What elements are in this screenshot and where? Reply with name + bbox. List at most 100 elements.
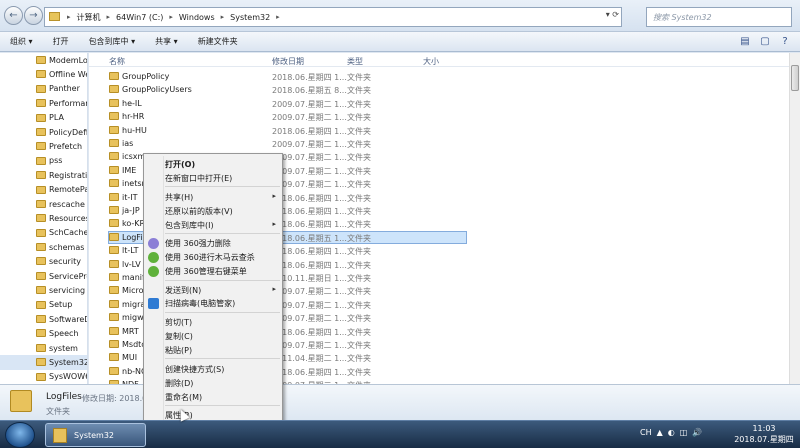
- breadcrumb-drive[interactable]: 64Win7 (C:): [116, 13, 163, 22]
- nav-item[interactable]: rescache: [0, 197, 87, 211]
- nav-item[interactable]: SoftwareD: [0, 312, 87, 326]
- nav-item[interactable]: Setup: [0, 298, 87, 312]
- new-folder-button[interactable]: 新建文件夹: [188, 36, 248, 47]
- nav-item[interactable]: pss: [0, 154, 87, 168]
- file-date: 2018.06.星期四 1...: [272, 207, 347, 216]
- nav-item[interactable]: Panther: [0, 82, 87, 96]
- include-in-library-button[interactable]: 包含到库中 ▾: [79, 36, 146, 47]
- nav-item[interactable]: servicing: [0, 283, 87, 297]
- menu-separator: [165, 358, 280, 359]
- nav-item[interactable]: Registratio: [0, 168, 87, 182]
- nav-item-label: Speech: [49, 329, 79, 339]
- column-type[interactable]: 类型: [347, 56, 363, 67]
- file-row[interactable]: ias 2009.07.星期二 1... 文件夹: [89, 137, 789, 150]
- file-date: 2011.04.星期二 1...: [272, 354, 347, 364]
- column-name[interactable]: 名称: [109, 56, 125, 67]
- start-button[interactable]: [5, 422, 35, 448]
- share-button[interactable]: 共享 ▾: [145, 36, 188, 47]
- nav-item[interactable]: PLA: [0, 111, 87, 125]
- column-size[interactable]: 大小: [423, 56, 439, 67]
- forward-button[interactable]: →: [24, 6, 43, 25]
- file-type: 文件夹: [347, 247, 371, 257]
- nav-item[interactable]: SysWOW6: [0, 370, 87, 384]
- breadcrumb-system32[interactable]: System32: [230, 13, 270, 22]
- file-row[interactable]: hr-HR 2009.07.星期二 1... 文件夹: [89, 110, 789, 123]
- folder-icon: [109, 313, 119, 322]
- folder-icon: [109, 246, 119, 255]
- file-date: 2009.07.星期二 1...: [272, 314, 347, 324]
- folder-icon: [36, 99, 46, 108]
- file-row[interactable]: GroupPolicyUsers 2018.06.星期五 8... 文件夹: [89, 83, 789, 96]
- folder-icon: [109, 179, 119, 188]
- help-icon[interactable]: ?: [778, 35, 792, 49]
- file-type: 文件夹: [347, 86, 371, 96]
- nav-item-label: rescache: [49, 199, 85, 209]
- search-input[interactable]: 搜索 System32: [646, 7, 792, 27]
- nav-item[interactable]: SchCache: [0, 226, 87, 240]
- nav-item[interactable]: Offline We: [0, 67, 87, 81]
- change-view-icon[interactable]: ▤: [738, 35, 752, 49]
- address-bar[interactable]: ▸ 计算机 ▸ 64Win7 (C:) ▸ Windows ▸ System32…: [44, 7, 622, 27]
- vertical-scrollbar[interactable]: [789, 53, 800, 384]
- nav-item[interactable]: ServicePro: [0, 269, 87, 283]
- menu-open[interactable]: 打开(O): [165, 159, 195, 170]
- nav-item[interactable]: Speech: [0, 326, 87, 340]
- menu-paste[interactable]: 粘贴(P): [165, 345, 192, 356]
- file-date: 2010.11.星期日 1...: [272, 274, 347, 283]
- file-row[interactable]: GroupPolicy 2018.06.星期四 1... 文件夹: [89, 70, 789, 83]
- menu-virus-scan[interactable]: 扫描病毒(电脑管家): [165, 298, 235, 309]
- back-button[interactable]: ←: [4, 6, 23, 25]
- open-button[interactable]: 打开: [43, 36, 79, 47]
- volume-icon[interactable]: 🔊: [692, 428, 702, 437]
- column-date[interactable]: 修改日期: [272, 56, 304, 67]
- menu-copy[interactable]: 复制(C): [165, 331, 193, 342]
- menu-delete[interactable]: 删除(D): [165, 378, 193, 389]
- nav-item[interactable]: security: [0, 254, 87, 268]
- input-language-indicator[interactable]: CH: [640, 428, 652, 437]
- refresh-icon[interactable]: ⟳: [612, 10, 619, 19]
- menu-360-manage[interactable]: 使用 360管理右键菜单: [165, 266, 247, 277]
- menu-rename[interactable]: 重命名(M): [165, 392, 202, 403]
- file-date: 2009.07.星期二 1...: [272, 99, 347, 109]
- menu-360-delete[interactable]: 使用 360强力删除: [165, 238, 231, 249]
- nav-item[interactable]: System32: [0, 355, 87, 370]
- scroll-thumb[interactable]: [791, 65, 799, 91]
- address-dropdown-icon[interactable]: ▾: [606, 10, 610, 19]
- preview-pane-icon[interactable]: ▢: [758, 35, 772, 49]
- menu-include-library[interactable]: 包含到库中(I): [165, 220, 214, 231]
- tray-app-icon[interactable]: ◐: [668, 428, 675, 437]
- taskbar-explorer-button[interactable]: System32: [45, 423, 146, 447]
- nav-item-label: RemotePa: [49, 185, 87, 195]
- menu-restore-previous[interactable]: 还原以前的版本(V): [165, 206, 233, 217]
- breadcrumb-computer[interactable]: 计算机: [77, 12, 101, 23]
- nav-item[interactable]: ModemLo: [0, 53, 87, 67]
- nav-item[interactable]: RemotePa: [0, 183, 87, 197]
- menu-share[interactable]: 共享(H): [165, 192, 193, 203]
- file-date: 2018.06.星期五 8...: [272, 86, 347, 96]
- submenu-arrow-icon: ▸: [272, 220, 276, 228]
- nav-item[interactable]: Resources: [0, 211, 87, 225]
- nav-item[interactable]: Prefetch: [0, 139, 87, 153]
- file-row[interactable]: he-IL 2009.07.星期二 1... 文件夹: [89, 97, 789, 110]
- menu-cut[interactable]: 剪切(T): [165, 317, 192, 328]
- file-row[interactable]: hu-HU 2018.06.星期四 1... 文件夹: [89, 124, 789, 137]
- menu-open-new-window[interactable]: 在新窗口中打开(E): [165, 173, 232, 184]
- nav-item[interactable]: system: [0, 341, 87, 355]
- clock[interactable]: 11:03 2018.07.星期四: [732, 423, 796, 445]
- breadcrumb-windows[interactable]: Windows: [179, 13, 215, 22]
- show-hidden-icons-icon[interactable]: ▲: [657, 428, 663, 437]
- nav-item[interactable]: schemas: [0, 240, 87, 254]
- nav-item[interactable]: PolicyDefi: [0, 125, 87, 139]
- details-meta: 修改日期: 2018.06: [82, 394, 153, 403]
- menu-separator: [165, 312, 280, 313]
- organize-button[interactable]: 组织 ▾: [0, 36, 43, 47]
- menu-360-scan[interactable]: 使用 360进行木马云查杀: [165, 252, 255, 263]
- details-type: 文件夹: [46, 407, 70, 416]
- network-icon[interactable]: ◫: [680, 428, 688, 437]
- folder-icon: [36, 315, 46, 324]
- menu-send-to[interactable]: 发送到(N): [165, 285, 201, 296]
- pc-manager-icon: [148, 298, 159, 309]
- menu-create-shortcut[interactable]: 创建快捷方式(S): [165, 364, 224, 375]
- file-type: 文件夹: [347, 300, 371, 310]
- nav-item[interactable]: Performan: [0, 96, 87, 110]
